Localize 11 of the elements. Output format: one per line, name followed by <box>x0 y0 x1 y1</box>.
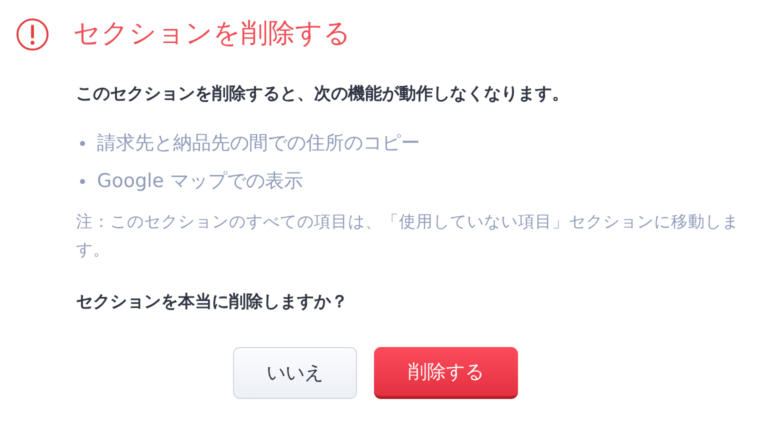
confirm-question: セクションを本当に削除しますか？ <box>76 291 349 314</box>
intro-text: このセクションを削除すると、次の機能が動作しなくなります。 <box>76 83 570 106</box>
feature-item: 請求先と納品先の間での住所のコピー <box>97 131 420 156</box>
delete-button[interactable]: 削除する <box>374 347 518 399</box>
bullet-icon <box>80 140 85 146</box>
cancel-button[interactable]: いいえ <box>233 347 357 399</box>
dialog-title: セクションを削除する <box>73 17 351 51</box>
feature-item: Google マップでの表示 <box>97 169 304 194</box>
bullet-icon <box>80 178 85 184</box>
note-text: 注：このセクションのすべての項目は、「使用していない項目」セクションに移動します。 <box>76 211 740 261</box>
alert-icon <box>16 18 49 50</box>
